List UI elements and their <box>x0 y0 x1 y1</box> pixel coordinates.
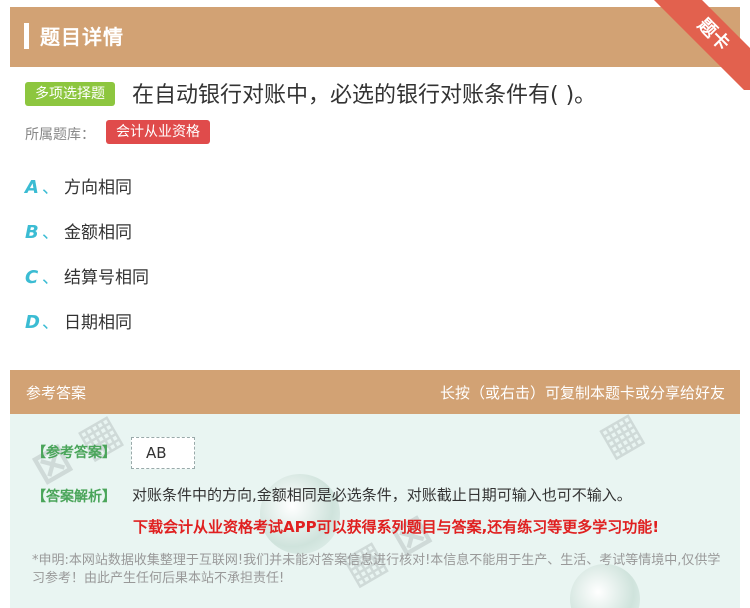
question-type-badge: 多项选择题 <box>25 82 115 106</box>
option-separator: 、 <box>42 268 59 288</box>
option-separator: 、 <box>42 313 59 333</box>
option-letter: A <box>25 177 39 198</box>
option-text: 日期相同 <box>64 313 132 333</box>
header-accent-bar <box>24 23 29 49</box>
page-title: 题目详情 <box>40 25 124 49</box>
download-app-link[interactable]: 下载会计从业资格考试APP可以获得系列题目与答案,还有练习等更多学习功能! <box>133 516 659 537</box>
option-separator: 、 <box>42 223 59 243</box>
option-text: 结算号相同 <box>64 268 149 288</box>
corner-ribbon: 题卡 <box>640 0 750 90</box>
reference-answer-label: 【参考答案】 <box>32 445 116 461</box>
question-text: 在自动银行对账中，必选的银行对账条件有( )。 <box>132 83 597 108</box>
option-letter: D <box>25 312 40 333</box>
bank-label: 所属题库： <box>25 127 95 143</box>
option-separator: 、 <box>42 178 59 198</box>
option-text: 方向相同 <box>64 178 132 198</box>
reference-answer-value: AB <box>131 437 195 469</box>
option-letter: B <box>25 222 39 243</box>
share-hint: 长按（或右击）可复制本题卡或分享给好友 <box>439 384 725 402</box>
analysis-label: 【答案解析】 <box>32 489 116 505</box>
answer-header: 参考答案 长按（或右击）可复制本题卡或分享给好友 <box>10 370 740 414</box>
analysis-text: 对账条件中的方向,金额相同是必选条件，对账截止日期可输入也可不输入。 <box>132 486 632 504</box>
disclaimer: *申明:本网站数据收集整理于互联网!我们并未能对答案信息进行核对!本信息不能用于… <box>32 553 721 586</box>
ribbon-label: 题卡 <box>647 0 750 90</box>
option-text: 金额相同 <box>64 223 132 243</box>
answer-title: 参考答案 <box>26 384 87 402</box>
bank-tag[interactable]: 会计从业资格 <box>106 120 210 144</box>
option-letter: C <box>25 267 39 288</box>
watermark-glyph: ▦ <box>590 414 652 467</box>
page-header: 题目详情 <box>10 7 740 67</box>
